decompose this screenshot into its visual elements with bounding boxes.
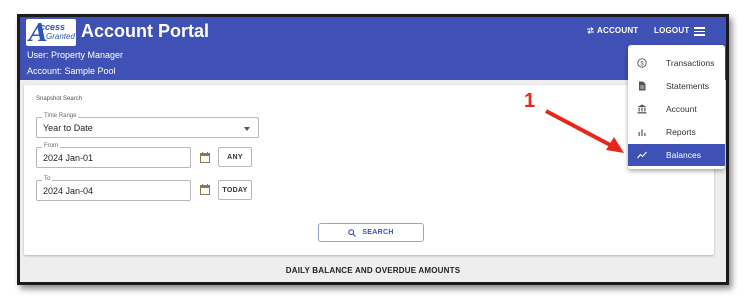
calendar-icon[interactable]	[200, 184, 210, 195]
today-button[interactable]: TODAY	[218, 180, 252, 200]
menu-item-statements[interactable]: Statements	[628, 75, 725, 97]
dollar-circle-icon: $	[637, 58, 647, 68]
bank-icon	[637, 104, 647, 114]
search-icon	[348, 228, 357, 237]
section-title: DAILY BALANCE AND OVERDUE AMOUNTS	[285, 266, 461, 275]
account-nav-button[interactable]: ACCOUNT	[586, 26, 638, 35]
annotation-arrow-icon	[545, 109, 624, 153]
menu-item-label: Balances	[666, 150, 701, 160]
to-value: 2024 Jan-04	[43, 186, 94, 196]
app-title: Account Portal	[81, 21, 210, 41]
to-date-field[interactable]: To 2024 Jan-04	[36, 176, 191, 201]
menu-item-label: Account	[666, 104, 697, 114]
app-bar: A ccess Granted Account Portal User: Pro…	[20, 17, 726, 80]
user-info: User: Property Manager	[27, 50, 124, 60]
logo-text-bottom: Granted	[46, 32, 75, 41]
chevron-down-icon	[244, 127, 250, 131]
from-date-field[interactable]: From 2024 Jan-01	[36, 143, 191, 168]
swap-icon	[587, 27, 594, 34]
logout-button[interactable]: LOGOUT	[654, 26, 689, 35]
to-label: To	[42, 176, 53, 182]
search-button[interactable]: SEARCH	[318, 223, 424, 242]
menu-item-label: Transactions	[666, 58, 715, 68]
menu-item-reports[interactable]: Reports	[628, 121, 725, 143]
logo[interactable]: A ccess Granted	[26, 19, 76, 46]
time-range-select[interactable]: Time Range Year to Date	[36, 113, 259, 138]
menu-item-account[interactable]: Account	[628, 98, 725, 120]
menu-item-transactions[interactable]: $ Transactions	[628, 52, 725, 74]
document-icon	[639, 81, 646, 91]
time-range-label: Time Range	[42, 113, 79, 119]
from-label: From	[42, 143, 60, 149]
menu-item-label: Reports	[666, 127, 696, 137]
trend-line-icon	[637, 151, 647, 159]
any-date-button[interactable]: ANY	[218, 147, 252, 167]
annotation-number: 1	[524, 90, 536, 112]
search-button-label: SEARCH	[362, 229, 394, 236]
from-value: 2024 Jan-01	[43, 153, 94, 163]
calendar-icon[interactable]	[200, 152, 210, 163]
hamburger-icon[interactable]	[694, 27, 705, 36]
menu-item-label: Statements	[666, 81, 709, 91]
menu-item-balances[interactable]: Balances	[628, 144, 725, 166]
time-range-value: Year to Date	[43, 123, 93, 133]
logo-text-top: ccess	[40, 22, 66, 32]
bar-chart-icon	[638, 129, 646, 136]
account-info: Account: Sample Pool	[27, 66, 116, 76]
nav-dropdown-menu: $ Transactions Statements Account Report…	[628, 45, 725, 169]
snapshot-search-label: Snapshot Search	[36, 96, 83, 102]
account-nav-label: ACCOUNT	[597, 26, 639, 35]
